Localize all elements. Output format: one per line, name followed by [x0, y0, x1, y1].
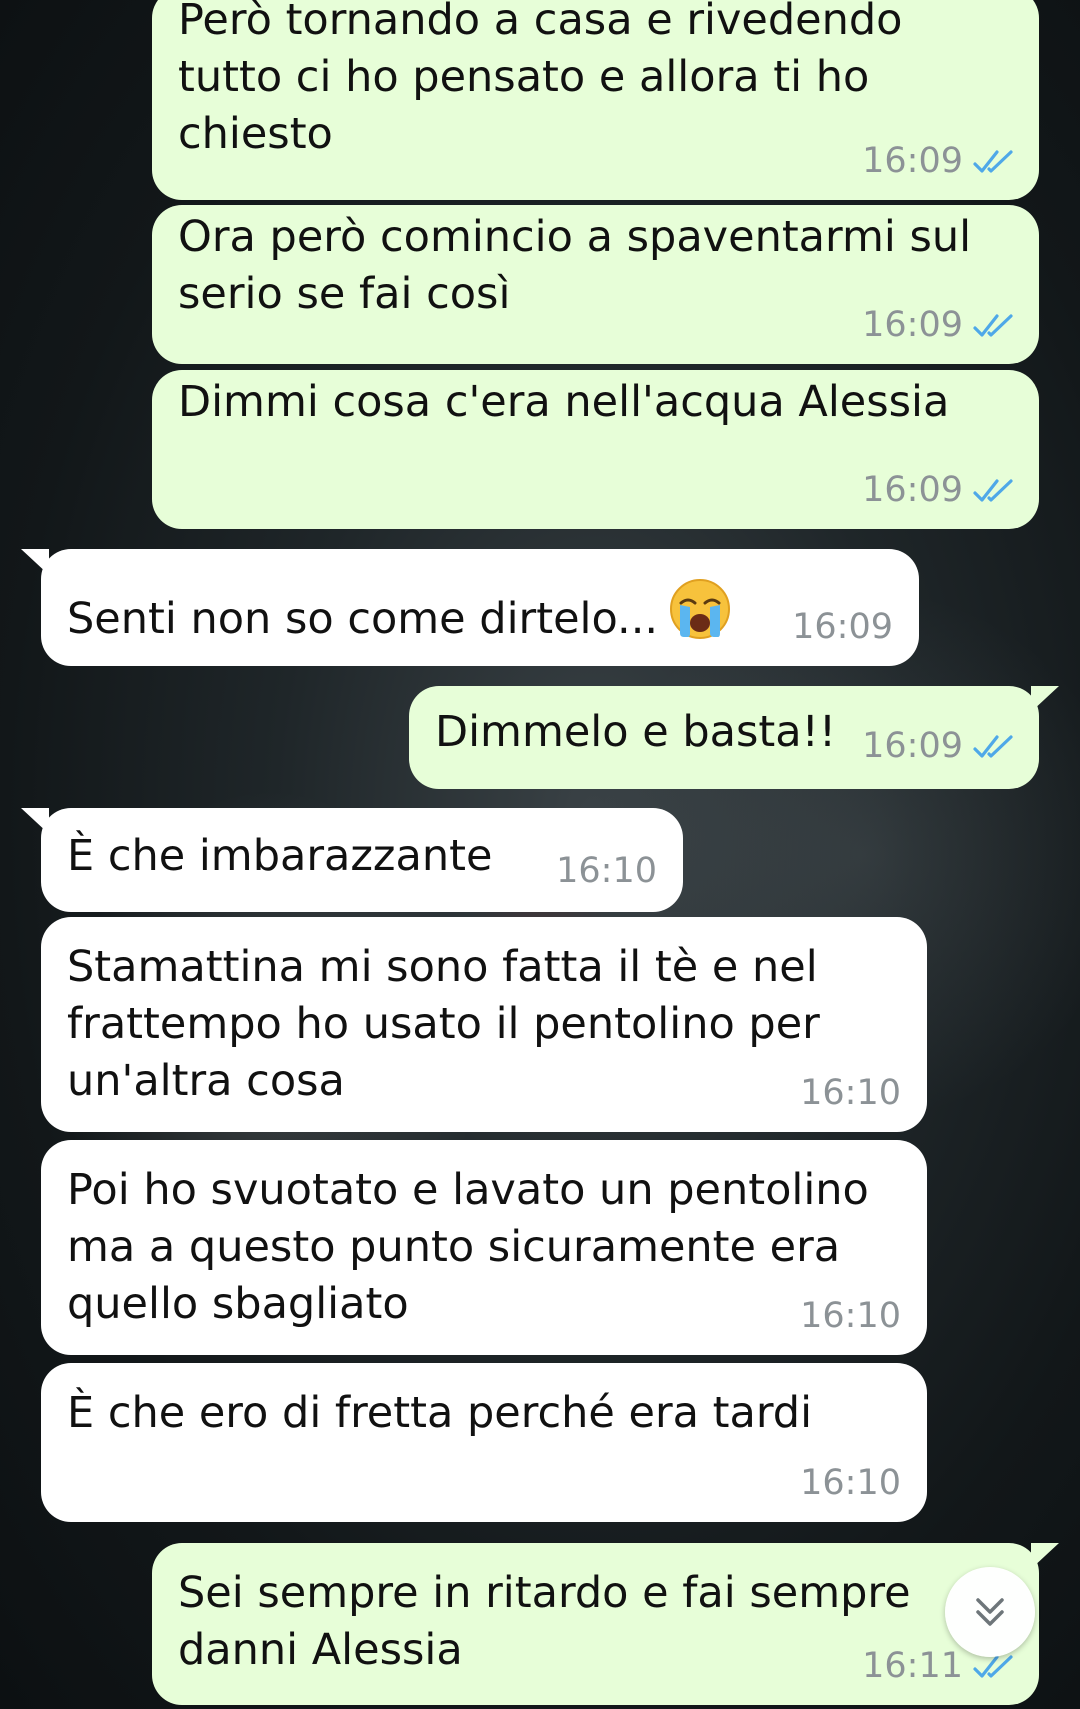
- double-check-icon: [973, 313, 1013, 337]
- incoming-message[interactable]: È che imbarazzante 16:10: [21, 808, 683, 912]
- message-time: 16:10: [800, 1296, 901, 1336]
- outgoing-message[interactable]: Sei sempre in ritardo e fai sempre danni…: [152, 1543, 1059, 1705]
- message-meta: 16:10: [800, 1288, 901, 1345]
- message-time: 16:09: [862, 141, 963, 181]
- message-meta: 16:10: [800, 1065, 901, 1122]
- bubble-tail: [1031, 1543, 1059, 1569]
- message-time: 16:09: [792, 607, 893, 647]
- double-check-icon: [973, 734, 1013, 758]
- message-meta: 16:10: [556, 843, 657, 900]
- message-text: Dimmi cosa c'era nell'acqua Alessia: [178, 377, 950, 427]
- message-text: È che ero di fretta perché era tardi: [67, 1388, 813, 1438]
- chevron-double-down-icon: [976, 1598, 1004, 1626]
- message-meta: 16:09: [862, 133, 1017, 190]
- double-check-icon: [973, 478, 1013, 502]
- message-time: 16:10: [800, 1463, 901, 1503]
- message-text: Stamattina mi sono fatta il tè e nel fra…: [67, 942, 820, 1106]
- double-check-icon: [973, 149, 1013, 173]
- message-time: 16:10: [800, 1073, 901, 1113]
- message-text: Poi ho svuotato e lavato un pentolino ma…: [67, 1165, 869, 1329]
- message-meta: 16:09: [862, 297, 1017, 354]
- message-meta: 16:10: [800, 1455, 901, 1512]
- bubble-tail: [21, 549, 49, 575]
- incoming-message[interactable]: Stamattina mi sono fatta il tè e nel fra…: [41, 917, 927, 1132]
- message-meta: 16:09: [792, 599, 893, 656]
- message-time: 16:09: [862, 726, 963, 766]
- scroll-to-bottom-button[interactable]: [945, 1567, 1035, 1657]
- outgoing-message[interactable]: Dimmi cosa c'era nell'acqua Alessia 16:0…: [152, 370, 1039, 529]
- bubble-tail: [21, 808, 49, 834]
- message-meta: 16:09: [862, 718, 1017, 775]
- outgoing-message[interactable]: Dimmelo e basta!! 16:09: [409, 686, 1059, 789]
- incoming-message[interactable]: Senti non so come dirtelo... 16:09: [21, 549, 919, 666]
- message-meta: 16:09: [862, 462, 1017, 519]
- incoming-message[interactable]: Poi ho svuotato e lavato un pentolino ma…: [41, 1140, 927, 1355]
- outgoing-message[interactable]: Ora però comincio a spaventarmi sul seri…: [152, 205, 1039, 364]
- message-time: 16:11: [862, 1646, 963, 1686]
- message-time: 16:09: [862, 470, 963, 510]
- message-time: 16:10: [556, 851, 657, 891]
- message-text: Senti non so come dirtelo...: [67, 577, 893, 648]
- incoming-message[interactable]: È che ero di fretta perché era tardi 16:…: [41, 1363, 927, 1522]
- message-time: 16:09: [862, 305, 963, 345]
- message-text-content: Senti non so come dirtelo...: [67, 594, 659, 644]
- bubble-tail: [1031, 686, 1059, 712]
- loudly-crying-face-icon: [670, 579, 731, 639]
- outgoing-message[interactable]: Però tornando a casa e rivedendo tutto c…: [152, 0, 1039, 200]
